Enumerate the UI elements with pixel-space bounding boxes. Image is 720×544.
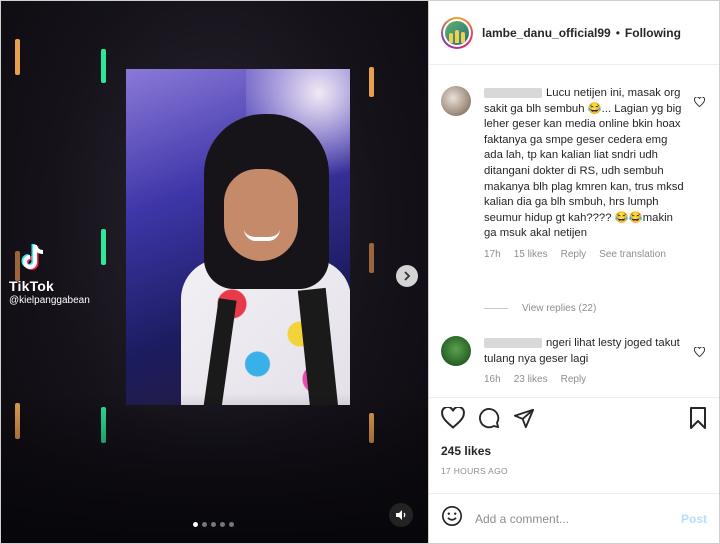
comment-text: Lucu netijen ini, masak org sakit ga blh… bbox=[484, 86, 687, 242]
account-username[interactable]: lambe_danu_official99 bbox=[482, 26, 611, 40]
view-replies-button[interactable]: View replies (22) bbox=[484, 303, 596, 314]
like-heart-icon[interactable] bbox=[441, 405, 465, 434]
emoji-icon[interactable] bbox=[441, 505, 463, 532]
header-separator: • bbox=[615, 25, 620, 40]
carousel-dots bbox=[193, 522, 234, 527]
carousel-dot bbox=[211, 522, 216, 527]
mute-button[interactable] bbox=[389, 503, 413, 527]
post-actions: 245 likes 17 HOURS AGO bbox=[429, 397, 719, 476]
comment-list: Lucu netijen ini, masak org sakit ga blh… bbox=[429, 66, 719, 396]
comment-likes[interactable]: 15 likes bbox=[514, 249, 548, 260]
reply-button[interactable]: Reply bbox=[561, 249, 587, 260]
comment-content: Lucu netijen ini, masak org sakit ga blh… bbox=[484, 87, 684, 240]
post-sidebar: lambe_danu_official99 • Following Lucu n… bbox=[429, 0, 720, 544]
view-replies-label: View replies (22) bbox=[522, 303, 597, 314]
comment-item: ngeri lihat lesty joged takut tulang nya… bbox=[441, 336, 707, 385]
performer-face bbox=[224, 169, 298, 261]
tiktok-logo-icon bbox=[21, 243, 47, 275]
commenter-avatar[interactable] bbox=[441, 336, 471, 366]
following-button[interactable]: Following bbox=[625, 26, 681, 40]
comment-input[interactable] bbox=[475, 511, 681, 526]
carousel-dot bbox=[202, 522, 207, 527]
likes-count[interactable]: 245 likes bbox=[441, 444, 707, 458]
comment-time: 17h bbox=[484, 248, 501, 260]
post-comment-button[interactable]: Post bbox=[681, 512, 707, 526]
stage-light bbox=[369, 243, 374, 273]
comment-text: ngeri lihat lesty joged takut tulang nya… bbox=[484, 336, 687, 367]
comment-like-heart-icon[interactable] bbox=[694, 94, 705, 112]
stage-light bbox=[101, 49, 106, 83]
carousel-dot bbox=[193, 522, 198, 527]
reply-button[interactable]: Reply bbox=[561, 374, 587, 385]
replies-line bbox=[484, 308, 508, 309]
add-comment-bar: Post bbox=[429, 493, 719, 543]
comment-like-heart-icon[interactable] bbox=[694, 344, 705, 362]
carousel-dot bbox=[220, 522, 225, 527]
account-avatar[interactable] bbox=[441, 16, 473, 49]
save-bookmark-icon[interactable] bbox=[689, 406, 707, 433]
comment-meta: 16h 23 likes Reply bbox=[484, 374, 687, 385]
see-translation-button[interactable]: See translation bbox=[599, 249, 666, 260]
post-timestamp: 17 HOURS AGO bbox=[441, 466, 508, 476]
stage-light bbox=[101, 229, 106, 265]
carousel-dot bbox=[229, 522, 234, 527]
tiktok-handle: @kielpanggabean bbox=[9, 295, 90, 306]
carousel-next-button[interactable] bbox=[396, 265, 418, 287]
post-header: lambe_danu_official99 • Following bbox=[429, 1, 719, 65]
commenter-name-redacted[interactable] bbox=[484, 338, 542, 349]
comment-meta: 17h 15 likes Reply See translation bbox=[484, 249, 687, 260]
share-paper-plane-icon[interactable] bbox=[513, 407, 535, 434]
tiktok-watermark: TikTok @kielpanggabean bbox=[9, 243, 90, 306]
comment-likes[interactable]: 23 likes bbox=[514, 374, 548, 385]
stage-light bbox=[369, 67, 374, 97]
speaker-icon bbox=[396, 510, 406, 520]
crowd-shadow bbox=[1, 393, 428, 543]
stage-screen-image bbox=[126, 69, 350, 405]
post-media[interactable]: TikTok @kielpanggabean bbox=[0, 0, 429, 544]
comment-time: 16h bbox=[484, 374, 501, 386]
chevron-right-icon bbox=[404, 271, 411, 281]
comment-bubble-icon[interactable] bbox=[478, 407, 500, 434]
commenter-avatar[interactable] bbox=[441, 86, 471, 116]
comment-item: Lucu netijen ini, masak org sakit ga blh… bbox=[441, 86, 707, 260]
stage-light bbox=[15, 39, 20, 75]
tiktok-brand: TikTok bbox=[9, 278, 55, 294]
commenter-name-redacted[interactable] bbox=[484, 88, 542, 99]
